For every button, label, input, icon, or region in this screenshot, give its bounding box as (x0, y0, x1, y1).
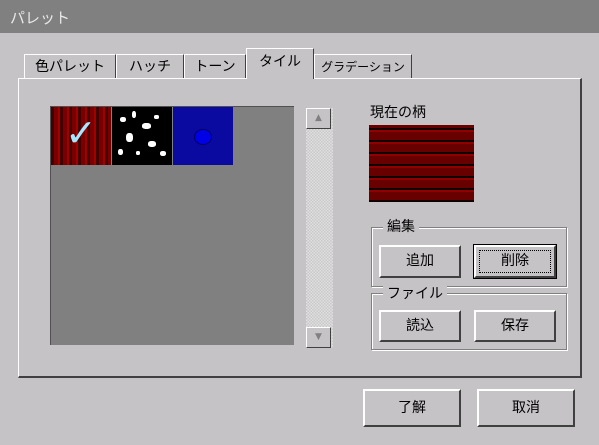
tile-speckle[interactable] (112, 107, 172, 165)
cancel-button[interactable]: 取消 (477, 389, 575, 427)
tab-color-palette[interactable]: 色パレット (24, 54, 116, 78)
tab-hatch[interactable]: ハッチ (116, 54, 184, 78)
tab-tone[interactable]: トーン (184, 54, 246, 78)
down-arrow-icon[interactable]: ▼ (306, 327, 331, 348)
title-bar: パレット (0, 0, 599, 33)
current-pattern-label: 現在の柄 (370, 105, 426, 121)
file-group-label: ファイル (383, 283, 447, 303)
delete-button[interactable]: 削除 (473, 244, 557, 279)
up-arrow-icon[interactable]: ▲ (306, 108, 331, 129)
tab-gradation[interactable]: グラデーション (314, 54, 412, 78)
add-button[interactable]: 追加 (379, 245, 461, 278)
ok-button[interactable]: 了解 (363, 389, 461, 427)
blue-dot-icon (194, 129, 212, 145)
palette-dialog: パレット 色パレット ハッチ トーン タイル グラデーション ✓ ▲ ▼ 現在の… (0, 0, 599, 445)
focus-rect (479, 250, 551, 273)
current-pattern-preview (369, 125, 474, 202)
edit-group-label: 編集 (383, 216, 419, 236)
checkmark-icon: ✓ (65, 111, 97, 155)
tile-red-brick[interactable]: ✓ (51, 107, 111, 165)
load-button[interactable]: 読込 (379, 310, 461, 342)
tab-tile[interactable]: タイル (246, 48, 314, 79)
tile-list-scrollbar[interactable]: ▲ ▼ (306, 108, 333, 348)
save-button[interactable]: 保存 (474, 310, 556, 342)
window-title: パレット (10, 9, 71, 27)
tile-blue-dot[interactable] (173, 107, 233, 165)
